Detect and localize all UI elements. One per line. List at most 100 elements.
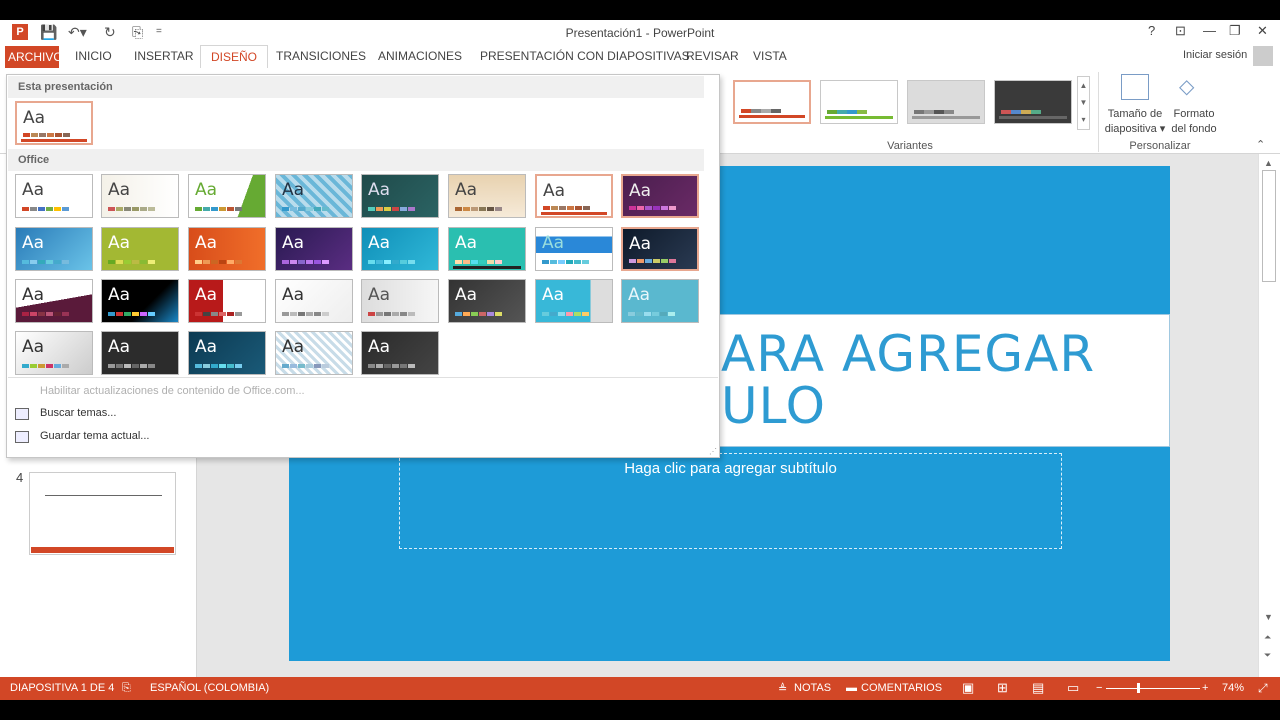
- theme-sample-text: Aa: [542, 233, 565, 253]
- theme-office-15[interactable]: Aa: [535, 227, 613, 271]
- theme-office-10[interactable]: Aa: [101, 227, 179, 271]
- theme-office-14[interactable]: Aa: [448, 227, 526, 271]
- theme-sample-text: Aa: [108, 233, 131, 253]
- ribbon-tabs: ARCHIVO INICIO INSERTAR DISEÑO TRANSICIO…: [0, 44, 1280, 69]
- theme-office-13[interactable]: Aa: [361, 227, 439, 271]
- theme-office-9[interactable]: Aa: [15, 227, 93, 271]
- theme-office-21[interactable]: Aa: [361, 279, 439, 323]
- scroll-down-icon[interactable]: ▼: [1264, 612, 1273, 622]
- theme-office-2[interactable]: Aa: [101, 174, 179, 218]
- slide-size-button[interactable]: Tamaño de diapositiva ▾: [1100, 107, 1170, 137]
- resize-grip-icon[interactable]: ⋰: [709, 447, 717, 456]
- prev-slide-icon[interactable]: ⏶: [1264, 632, 1271, 643]
- theme-office-23[interactable]: Aa: [535, 279, 613, 323]
- subtitle-placeholder[interactable]: Haga clic para agregar subtítulo: [399, 453, 1062, 549]
- slideshow-view-icon[interactable]: ▭: [1067, 680, 1079, 696]
- theme-office-19[interactable]: Aa: [188, 279, 266, 323]
- theme-office-17[interactable]: Aa: [15, 279, 93, 323]
- tab-presentacion[interactable]: PRESENTACIÓN CON DIAPOSITIVAS: [480, 49, 690, 63]
- spellcheck-icon[interactable]: ⎘: [122, 682, 131, 695]
- theme-office-25[interactable]: Aa: [15, 331, 93, 375]
- sign-in-link[interactable]: Iniciar sesión: [1183, 49, 1247, 61]
- theme-office-29[interactable]: Aa: [361, 331, 439, 375]
- tab-revisar[interactable]: REVISAR: [686, 49, 739, 63]
- theme-office-1[interactable]: Aa: [15, 174, 93, 218]
- variant-4[interactable]: [994, 80, 1072, 124]
- restore-icon[interactable]: ❐: [1229, 23, 1241, 39]
- theme-office-7[interactable]: Aa: [535, 174, 613, 218]
- slide-thumbnail-4[interactable]: [29, 472, 176, 555]
- theme-sample-text: Aa: [368, 285, 391, 305]
- theme-sample-text: Aa: [455, 285, 478, 305]
- theme-color-swatches: [195, 207, 242, 211]
- normal-view-icon[interactable]: ▣: [962, 680, 974, 696]
- theme-color-swatches: [368, 260, 415, 264]
- zoom-out-icon[interactable]: −: [1096, 682, 1102, 694]
- theme-sample-text: Aa: [23, 108, 46, 128]
- theme-office-5[interactable]: Aa: [361, 174, 439, 218]
- subtitle-text: Haga clic para agregar subtítulo: [624, 460, 837, 477]
- zoom-slider-thumb[interactable]: [1137, 683, 1140, 693]
- theme-office-3[interactable]: Aa: [188, 174, 266, 218]
- theme-office-6[interactable]: Aa: [448, 174, 526, 218]
- tab-animaciones[interactable]: ANIMACIONES: [378, 49, 462, 63]
- tab-inicio[interactable]: INICIO: [75, 49, 112, 63]
- zoom-in-icon[interactable]: +: [1202, 682, 1208, 694]
- minimize-icon[interactable]: —: [1203, 23, 1216, 38]
- variant-3[interactable]: [907, 80, 985, 124]
- variants-scroll[interactable]: ▲ ▼ ▾: [1077, 76, 1090, 130]
- theme-color-swatches: [108, 364, 155, 368]
- theme-color-swatches: [629, 206, 676, 210]
- language-status[interactable]: ESPAÑOL (COLOMBIA): [150, 682, 269, 694]
- theme-office-16[interactable]: Aa: [621, 227, 699, 271]
- vertical-scrollbar[interactable]: ▲ ▼ ⏶ ⏷: [1258, 154, 1280, 677]
- themes-gallery-dropdown: Esta presentación Office Aa Aa Aa Aa Aa Aa Aa A…: [6, 74, 720, 458]
- theme-color-swatches: [282, 312, 329, 316]
- zoom-level[interactable]: 74%: [1222, 682, 1244, 694]
- theme-color-swatches: [282, 260, 329, 264]
- title-placeholder[interactable]: ARA AGREGAR ULO: [700, 314, 1170, 447]
- collapse-ribbon-icon[interactable]: ⌃: [1256, 138, 1265, 151]
- tab-diseno[interactable]: DISEÑO: [200, 45, 269, 69]
- theme-office-8[interactable]: Aa: [621, 174, 699, 218]
- theme-office-4[interactable]: Aa: [275, 174, 353, 218]
- theme-sample-text: Aa: [282, 337, 305, 357]
- variant-1[interactable]: [733, 80, 811, 124]
- thumb-line: [45, 495, 162, 496]
- theme-office-27[interactable]: Aa: [188, 331, 266, 375]
- theme-office-24[interactable]: Aa: [621, 279, 699, 323]
- tab-insertar[interactable]: INSERTAR: [134, 49, 194, 63]
- theme-office-22[interactable]: Aa: [448, 279, 526, 323]
- save-theme-item[interactable]: Guardar tema actual...: [40, 430, 149, 442]
- zoom-slider[interactable]: [1106, 688, 1200, 689]
- tab-archivo[interactable]: ARCHIVO: [5, 46, 63, 68]
- scroll-thumb[interactable]: [1262, 170, 1276, 282]
- browse-themes-item[interactable]: Buscar temas...: [40, 407, 116, 419]
- theme-color-swatches: [455, 260, 502, 264]
- theme-office-26[interactable]: Aa: [101, 331, 179, 375]
- theme-color-swatches: [22, 207, 69, 211]
- notes-button[interactable]: NOTAS: [794, 682, 831, 694]
- format-background-button[interactable]: Formato del fondo: [1166, 107, 1222, 137]
- theme-office-12[interactable]: Aa: [275, 227, 353, 271]
- variant-2[interactable]: [820, 80, 898, 124]
- theme-office-11[interactable]: Aa: [188, 227, 266, 271]
- theme-sample-text: Aa: [108, 180, 131, 200]
- comments-button[interactable]: COMENTARIOS: [861, 682, 942, 694]
- theme-current[interactable]: Aa: [15, 101, 93, 145]
- next-slide-icon[interactable]: ⏷: [1264, 650, 1271, 661]
- slide-sorter-icon[interactable]: ⊞: [997, 680, 1008, 696]
- scroll-up-icon[interactable]: ▲: [1264, 158, 1273, 168]
- help-icon[interactable]: ?: [1148, 23, 1155, 38]
- theme-office-18[interactable]: Aa: [101, 279, 179, 323]
- theme-office-28[interactable]: Aa: [275, 331, 353, 375]
- theme-office-20[interactable]: Aa: [275, 279, 353, 323]
- ribbon-display-icon[interactable]: ⊡: [1175, 23, 1186, 39]
- fit-slide-icon[interactable]: ⤢: [1258, 681, 1268, 696]
- tab-vista[interactable]: VISTA: [753, 49, 787, 63]
- avatar[interactable]: [1253, 46, 1273, 66]
- reading-view-icon[interactable]: ▤: [1032, 680, 1044, 696]
- tab-transiciones[interactable]: TRANSICIONES: [276, 49, 366, 63]
- close-icon[interactable]: ✕: [1257, 23, 1268, 39]
- theme-sample-text: Aa: [629, 181, 652, 201]
